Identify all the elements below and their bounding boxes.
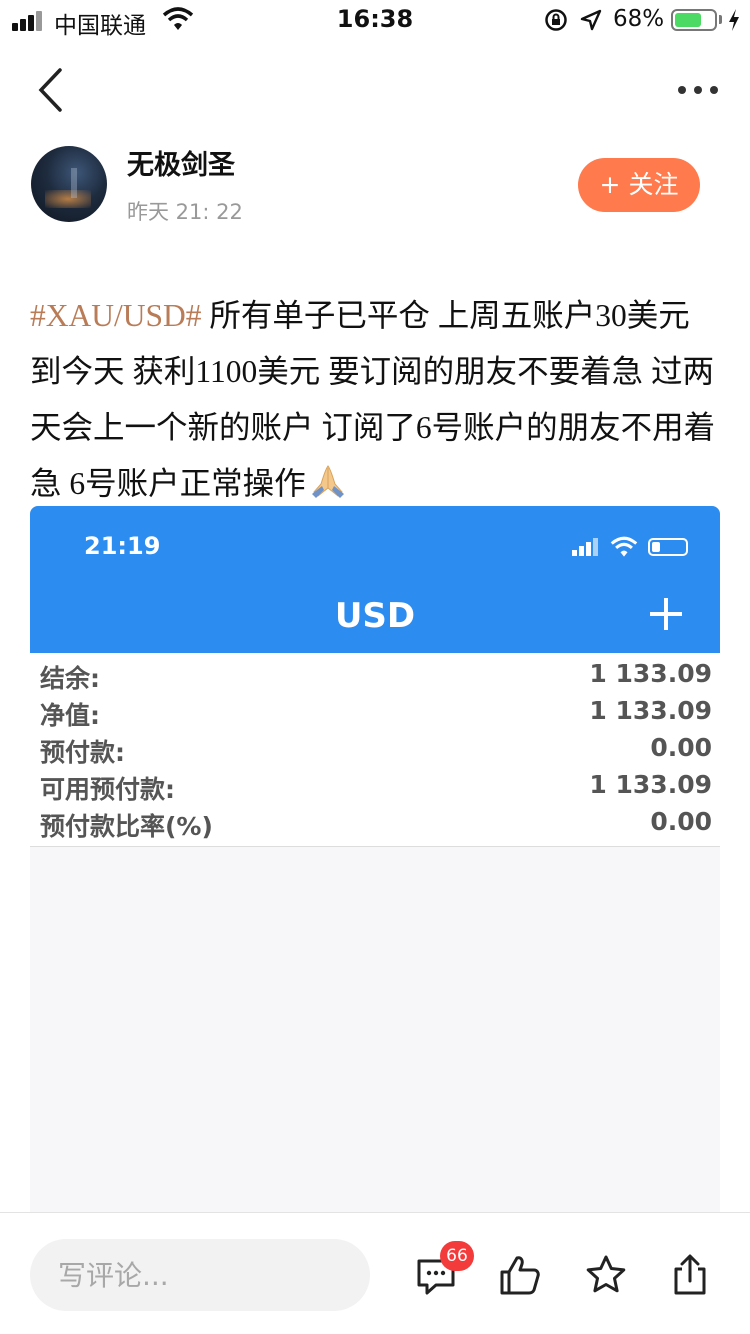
signal-icon [572, 538, 598, 556]
account-row: 净值: 1 133.09 [40, 694, 712, 731]
account-row: 预付款比率(%) 0.00 [40, 805, 712, 842]
screenshot-title: USD [334, 596, 416, 636]
comment-count-badge: 66 [440, 1241, 474, 1271]
embedded-screenshot[interactable]: 21:19 USD 结余: 1 133.09 净值: 1 133.09 预付款:… [30, 506, 720, 1212]
more-button[interactable] [672, 74, 724, 104]
account-row: 预付款: 0.00 [40, 731, 712, 768]
chevron-left-icon [38, 68, 62, 112]
account-summary: 结余: 1 133.09 净值: 1 133.09 预付款: 0.00 可用预付… [30, 653, 720, 847]
share-icon[interactable] [668, 1253, 712, 1297]
account-row: 结余: 1 133.09 [40, 657, 712, 694]
rotation-lock-icon [545, 9, 567, 31]
row-label: 结余: [40, 664, 100, 693]
row-value: 0.00 [650, 807, 712, 836]
screenshot-header: 21:19 USD [30, 506, 720, 653]
more-dots-icon [678, 86, 686, 94]
row-label: 预付款: [40, 738, 125, 767]
author-name[interactable]: 无极剑圣 [127, 143, 235, 182]
row-label: 净值: [40, 701, 100, 730]
comment-input[interactable] [30, 1239, 370, 1311]
charging-icon [729, 9, 739, 31]
status-bar: 中国联通 16:38 68% [0, 0, 750, 40]
like-icon[interactable] [498, 1253, 542, 1297]
follow-button[interactable]: + 关注 [578, 158, 700, 212]
location-icon [580, 9, 602, 31]
row-value: 0.00 [650, 733, 712, 762]
row-value: 1 133.09 [589, 770, 712, 799]
post-time: 昨天 21: 22 [127, 200, 243, 224]
hashtag-link[interactable]: #XAU/USD# [30, 298, 202, 333]
account-row: 可用预付款: 1 133.09 [40, 768, 712, 805]
avatar[interactable] [31, 146, 107, 222]
row-label: 预付款比率(%) [40, 812, 213, 841]
screenshot-time: 21:19 [84, 532, 161, 560]
battery-percent: 68% [613, 6, 665, 32]
row-label: 可用预付款: [40, 775, 175, 804]
row-value: 1 133.09 [589, 659, 712, 688]
wifi-icon [610, 536, 638, 557]
row-value: 1 133.09 [589, 696, 712, 725]
post-detail-page: 中国联通 16:38 68% 无极剑圣 昨天 21: 22 + 关注 #XAU/… [0, 0, 750, 1334]
back-button[interactable] [30, 66, 74, 114]
post-text: #XAU/USD# 所有单子已平仓 上周五账户30美元到今天 获利1100美元 … [30, 288, 720, 512]
praying-hands-icon [311, 465, 344, 498]
star-icon[interactable] [584, 1253, 628, 1297]
bottom-action-bar: 66 [0, 1212, 750, 1334]
battery-icon [671, 9, 717, 31]
battery-nub [719, 15, 722, 24]
plus-icon [648, 596, 684, 632]
battery-icon [648, 538, 688, 556]
